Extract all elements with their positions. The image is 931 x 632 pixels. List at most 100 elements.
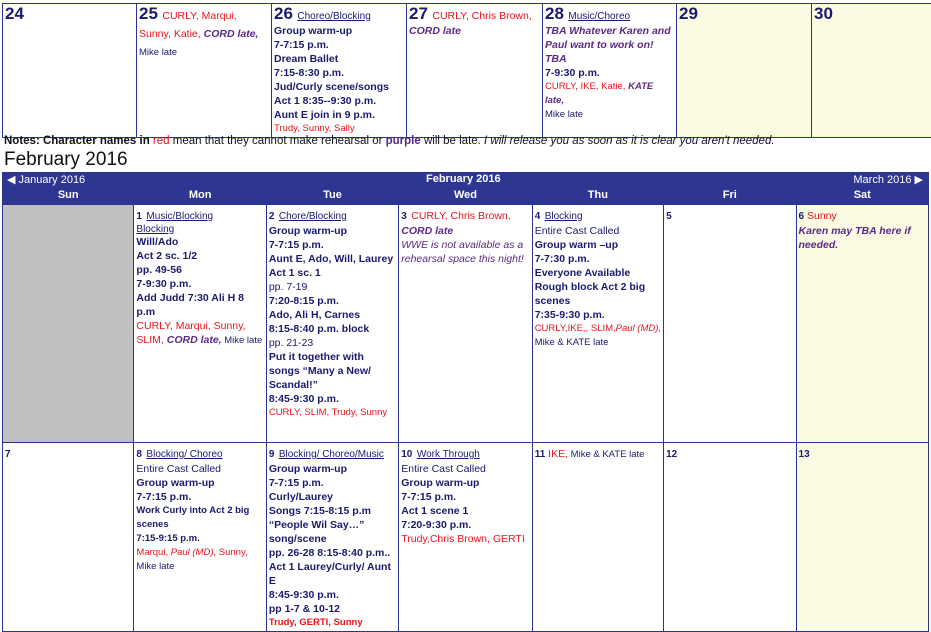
schedule-line: Group warm-up	[136, 476, 263, 490]
schedule-line: Will/Ado	[136, 235, 263, 249]
day-number: 4	[535, 211, 541, 222]
schedule-line: 7-7:15 p.m.	[274, 38, 404, 52]
day-number: 13	[799, 449, 810, 460]
late-names: CORD late,	[204, 28, 259, 40]
day-cell-13[interactable]: 13	[796, 443, 928, 632]
notes-purple-word: purple	[386, 135, 421, 147]
cast-called: Entire Cast Called	[535, 224, 661, 238]
schedule-line: pp. 26-28 8:15-8:40 p.m..	[269, 546, 396, 560]
absent-names: CURLY,IKE,, SLIM,	[535, 323, 616, 334]
next-month-link[interactable]: March 2016 ▶	[853, 173, 923, 186]
venue-note: WWE is not available as a rehearsal spac…	[401, 238, 529, 266]
schedule-line: Group warm-up	[269, 462, 396, 476]
late-names: Mike late	[139, 47, 177, 58]
day-number: 27	[409, 4, 428, 23]
notes-text: mean that they cannot make rehearsal or	[170, 135, 386, 147]
schedule-line: 8:45-9:30 p.m.	[269, 588, 396, 602]
rehearsal-heading: Blocking/ Choreo	[146, 449, 222, 460]
weekday-sat: Sat	[796, 189, 928, 205]
schedule-line: pp. 49-56	[136, 263, 263, 277]
schedule-line: Group warm-up	[269, 224, 396, 238]
schedule-line: 7:35-9:30 p.m.	[535, 308, 661, 322]
schedule-line: Act 1 scene 1	[401, 504, 529, 518]
rehearsal-heading: Blocking/ Choreo/Music	[279, 449, 384, 460]
absent-names: CURLY, IKE, Katie,	[545, 81, 628, 92]
late-names: Mike late	[545, 108, 674, 122]
schedule-line: 7-7:15 p.m.	[136, 490, 263, 504]
day-cell-3[interactable]: 3 CURLY, Chris Brown, CORD late WWE is n…	[399, 205, 532, 443]
page-range: pp. 7-19	[269, 280, 396, 294]
schedule-line: “People Wil Say…” song/scene	[269, 518, 396, 546]
day-cell-26[interactable]: 26 Choreo/Blocking Group warm-up 7-7:15 …	[272, 4, 407, 138]
day-number: 5	[666, 211, 672, 222]
schedule-line: 7-7:15 p.m.	[269, 476, 396, 490]
absent-names: CURLY, Chris Brown,	[411, 210, 510, 222]
day-number: 7	[5, 449, 11, 460]
day-cell-29[interactable]: 29	[677, 4, 812, 138]
late-names: Mike & KATE late	[535, 336, 661, 350]
prev-month-link[interactable]: ◀ January 2016	[7, 173, 85, 186]
late-names: CORD late	[401, 224, 529, 238]
schedule-line: Everyone Available	[535, 266, 661, 280]
late-names: CORD late	[409, 24, 540, 38]
schedule-line: Act 1 Laurey/Curly/ Aunt E	[269, 560, 396, 588]
day-number: 3	[401, 211, 407, 222]
month-nav-bar: ◀ January 2016 February 2016 March 2016 …	[2, 172, 929, 188]
day-cell-10[interactable]: 10 Work Through Entire Cast Called Group…	[399, 443, 532, 632]
current-month-label: February 2016	[426, 173, 501, 185]
weekday-fri: Fri	[664, 189, 796, 205]
schedule-line: Songs 7:15-8:15 p.m	[269, 504, 396, 518]
absent-names: CURLY, SLIM, Trudy, Sunny	[269, 406, 396, 420]
rehearsal-heading: Chore/Blocking	[279, 211, 347, 222]
day-cell-7[interactable]: 7	[3, 443, 134, 632]
schedule-line: Aunt E join in 9 p.m.	[274, 108, 404, 122]
schedule-line: 7-9:30 p.m.	[136, 277, 263, 291]
day-cell-9[interactable]: 9 Blocking/ Choreo/Music Group warm-up 7…	[266, 443, 398, 632]
day-number: 9	[269, 449, 275, 460]
notes-line: Notes: Character names in red mean that …	[4, 135, 775, 147]
february-calendar: Sun Mon Tue Wed Thu Fri Sat 1 Music/Bloc…	[2, 188, 929, 632]
day-cell-4[interactable]: 4 Blocking Entire Cast Called Group warm…	[532, 205, 663, 443]
cast-called: Entire Cast Called	[136, 462, 263, 476]
schedule-line: Aunt E, Ado, Will, Laurey	[269, 252, 396, 266]
schedule-line: 7:15-8:30 p.m.	[274, 66, 404, 80]
day-cell-27[interactable]: 27 CURLY, Chris Brown, CORD late	[407, 4, 543, 138]
rehearsal-heading: Blocking	[545, 211, 583, 222]
day-cell-24[interactable]: 24	[3, 4, 137, 138]
day-cell-11[interactable]: 11 IKE, Mike & KATE late	[532, 443, 663, 632]
day-cell-1[interactable]: 1 Music/Blocking Blocking Will/Ado Act 2…	[134, 205, 266, 443]
day-cell-28[interactable]: 28 Music/Choreo TBA Whatever Karen and P…	[543, 4, 677, 138]
absent-names: Trudy, Sunny, Sally	[274, 122, 404, 136]
late-names: Mike late	[222, 335, 263, 346]
tba-note: TBA Whatever Karen and Paul want to work…	[545, 24, 674, 66]
absent-names: Paul (MD),	[171, 547, 216, 558]
day-number: 29	[679, 4, 698, 23]
weekday-sun: Sun	[3, 189, 134, 205]
rehearsal-heading: Music/Blocking	[146, 211, 213, 222]
day-number: 1	[136, 211, 142, 222]
day-cell-25[interactable]: 25 CURLY, Marqui, Sunny, Katie, CORD lat…	[137, 4, 272, 138]
day-cell-6[interactable]: 6 Sunny Karen may TBA here if needed.	[796, 205, 928, 443]
schedule-line: Act 1 8:35--9:30 p.m.	[274, 94, 404, 108]
week-row-2: 7 8 Blocking/ Choreo Entire Cast Called …	[3, 443, 929, 632]
day-cell-30[interactable]: 30	[812, 4, 931, 138]
schedule-line: Act 2 sc. 1/2	[136, 249, 263, 263]
schedule-line: Ado, Ali H, Carnes	[269, 308, 396, 322]
schedule-line: Group warm –up	[535, 238, 661, 252]
schedule-line: Group warm-up	[401, 476, 529, 490]
day-cell-2[interactable]: 2 Chore/Blocking Group warm-up 7-7:15 p.…	[266, 205, 398, 443]
empty-day-cell	[3, 205, 134, 443]
day-cell-5[interactable]: 5	[664, 205, 796, 443]
late-names: Mike late	[136, 560, 263, 574]
schedule-line: 7-7:30 p.m.	[535, 252, 661, 266]
notes-text: will be late.	[421, 135, 484, 147]
schedule-line: Work Curly into Act 2 big scenes	[136, 504, 263, 532]
weekday-wed: Wed	[399, 189, 532, 205]
schedule-line: Dream Ballet	[274, 52, 404, 66]
weekday-mon: Mon	[134, 189, 266, 205]
notes-label: Notes: Character names in	[4, 135, 153, 147]
day-cell-12[interactable]: 12	[664, 443, 796, 632]
notes-italic: I will release you as soon as it is clea…	[484, 135, 775, 147]
day-cell-8[interactable]: 8 Blocking/ Choreo Entire Cast Called Gr…	[134, 443, 266, 632]
week-row-1: 1 Music/Blocking Blocking Will/Ado Act 2…	[3, 205, 929, 443]
